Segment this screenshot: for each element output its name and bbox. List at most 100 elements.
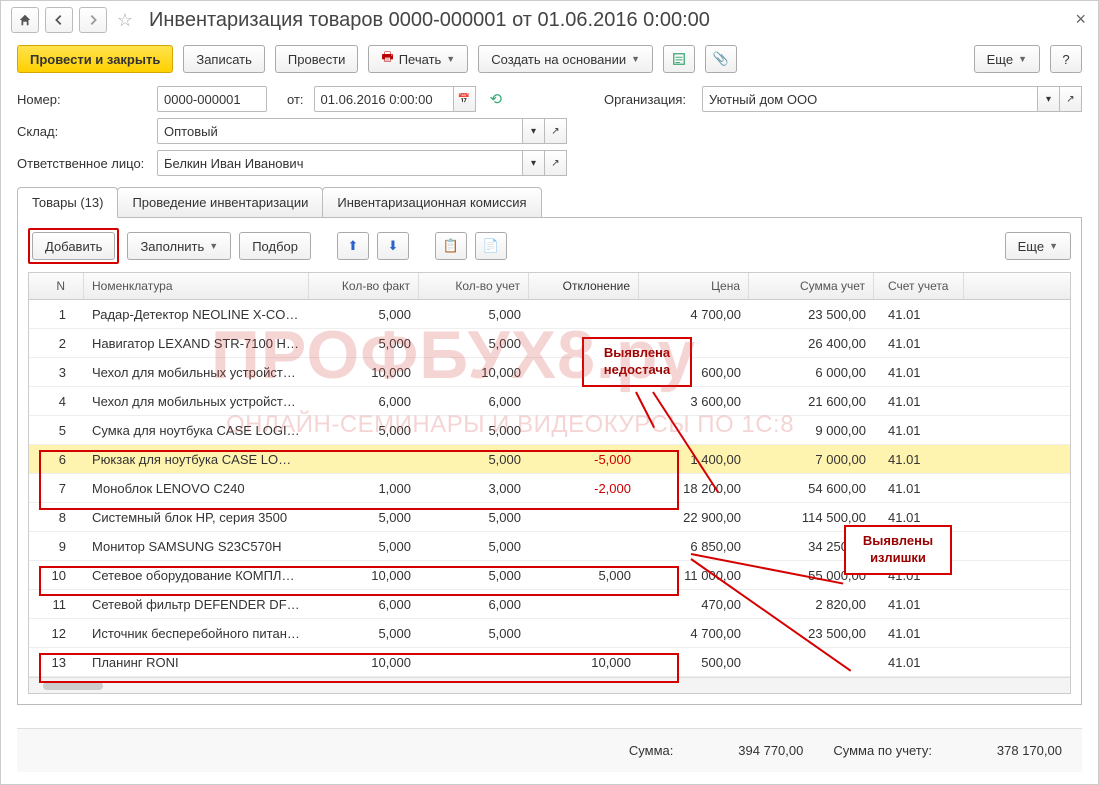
cell-fact: 5,000	[309, 626, 419, 641]
home-icon[interactable]	[11, 7, 39, 33]
add-button[interactable]: Добавить	[32, 232, 115, 260]
cell-sum: 9 000,00	[749, 423, 874, 438]
close-icon[interactable]: ×	[1075, 9, 1086, 30]
cell-acc: 41.01	[874, 510, 964, 525]
post-button[interactable]: Провести	[275, 45, 359, 73]
cell-fact: 5,000	[309, 423, 419, 438]
cell-fact: 5,000	[309, 510, 419, 525]
responsible-field[interactable]: Белкин Иван Иванович	[157, 150, 523, 176]
col-sum-account[interactable]: Сумма учет	[749, 273, 874, 299]
responsible-label: Ответственное лицо:	[17, 156, 147, 171]
warehouse-label: Склад:	[17, 124, 147, 139]
post-and-close-button[interactable]: Провести и закрыть	[17, 45, 173, 73]
table-row[interactable]: 3Чехол для мобильных устройств ...10,000…	[29, 358, 1070, 387]
cell-n: 11	[29, 597, 84, 612]
cell-fact: 5,000	[309, 307, 419, 322]
attach-icon[interactable]: 📎	[705, 45, 737, 73]
organization-field[interactable]: Уютный дом ООО	[702, 86, 1038, 112]
col-qty-account[interactable]: Кол-во учет	[419, 273, 529, 299]
col-nomenclature[interactable]: Номенклатура	[84, 273, 309, 299]
cell-sum: 54 600,00	[749, 481, 874, 496]
move-up-icon[interactable]: ⬆	[337, 232, 369, 260]
cell-sum: 6 000,00	[749, 365, 874, 380]
cell-n: 1	[29, 307, 84, 322]
open-icon[interactable]: ↗	[545, 118, 567, 144]
chevron-down-icon[interactable]: ▾	[1038, 86, 1060, 112]
cell-price: 22 900,00	[639, 510, 749, 525]
cell-uchet: 10,000	[419, 365, 529, 380]
cell-n: 12	[29, 626, 84, 641]
table-row[interactable]: 4Чехол для мобильных устройств ...6,0006…	[29, 387, 1070, 416]
report-icon[interactable]	[663, 45, 695, 73]
cell-acc: 41.01	[874, 307, 964, 322]
cell-price: 4 700,00	[639, 626, 749, 641]
chevron-down-icon[interactable]: ▾	[523, 118, 545, 144]
col-n[interactable]: N	[29, 273, 84, 299]
chevron-down-icon: ▼	[1018, 54, 1027, 64]
cell-nom: Источник бесперебойного питани...	[84, 626, 309, 641]
cell-uchet: 5,000	[419, 307, 529, 322]
move-down-icon[interactable]: ⬇	[377, 232, 409, 260]
open-icon[interactable]: ↗	[545, 150, 567, 176]
cell-uchet: 5,000	[419, 336, 529, 351]
save-button[interactable]: Записать	[183, 45, 265, 73]
cell-uchet: 6,000	[419, 597, 529, 612]
cell-price: 6 850,00	[639, 539, 749, 554]
more-button[interactable]: Еще▼	[974, 45, 1040, 73]
tab-goods[interactable]: Товары (13)	[17, 187, 118, 218]
cell-fact: 10,000	[309, 365, 419, 380]
cell-fact: 5,000	[309, 539, 419, 554]
table-row[interactable]: 2Навигатор LEXAND STR-7100 HDR5,0005,000…	[29, 329, 1070, 358]
cell-fact: 6,000	[309, 597, 419, 612]
cell-nom: Сетевой фильтр DEFENDER DFS ...	[84, 597, 309, 612]
cell-sum: 2 820,00	[749, 597, 874, 612]
table-more-button[interactable]: Еще▼	[1005, 232, 1071, 260]
cell-n: 4	[29, 394, 84, 409]
highlight-surplus-row-13	[39, 653, 679, 683]
tab-commission[interactable]: Инвентаризационная комиссия	[322, 187, 541, 218]
chevron-down-icon: ▼	[1049, 241, 1058, 251]
cell-nom: Чехол для мобильных устройств ...	[84, 365, 309, 380]
cell-acc: 41.01	[874, 394, 964, 409]
total-sum-uchet-label: Сумма по учету:	[833, 743, 932, 758]
scroll-thumb[interactable]	[43, 682, 103, 690]
tab-conducting[interactable]: Проведение инвентаризации	[117, 187, 323, 218]
paste-icon[interactable]: 📄	[475, 232, 507, 260]
forward-icon[interactable]	[79, 7, 107, 33]
cell-sum: 114 500,00	[749, 510, 874, 525]
col-deviation[interactable]: Отклонение	[529, 273, 639, 299]
col-qty-fact[interactable]: Кол-во факт	[309, 273, 419, 299]
chevron-down-icon: ▼	[446, 54, 455, 64]
callout-shortage: Выявлена недостача	[582, 337, 692, 387]
cell-acc: 41.01	[874, 655, 964, 670]
chevron-down-icon: ▼	[209, 241, 218, 251]
calendar-icon[interactable]: 📅	[454, 86, 476, 112]
chevron-down-icon[interactable]: ▾	[523, 150, 545, 176]
table-row[interactable]: 1Радар-Детектор NEOLINE X-COP ...5,0005,…	[29, 300, 1070, 329]
callout-surplus: Выявлены излишки	[844, 525, 952, 575]
print-button[interactable]: 🖶Печать▼	[368, 45, 468, 73]
cell-sum: 23 500,00	[749, 626, 874, 641]
date-field[interactable]: 01.06.2016 0:00:00	[314, 86, 454, 112]
col-price[interactable]: Цена	[639, 273, 749, 299]
fill-button[interactable]: Заполнить▼	[127, 232, 231, 260]
table-row[interactable]: 12Источник бесперебойного питани...5,000…	[29, 619, 1070, 648]
table-row[interactable]: 5Сумка для ноутбука CASE LOGIS...5,0005,…	[29, 416, 1070, 445]
cell-sum: 7 000,00	[749, 452, 874, 467]
org-label: Организация:	[604, 92, 686, 107]
total-sum-uchet: 378 170,00	[962, 743, 1062, 758]
create-based-button[interactable]: Создать на основании▼	[478, 45, 653, 73]
from-label: от:	[287, 92, 304, 107]
copy-icon[interactable]: 📋	[435, 232, 467, 260]
help-icon[interactable]: ?	[1050, 45, 1082, 73]
cell-uchet: 5,000	[419, 510, 529, 525]
star-icon[interactable]: ☆	[113, 10, 137, 31]
back-icon[interactable]	[45, 7, 73, 33]
open-icon[interactable]: ↗	[1060, 86, 1082, 112]
warehouse-field[interactable]: Оптовый	[157, 118, 523, 144]
cell-nom: Навигатор LEXAND STR-7100 HDR	[84, 336, 309, 351]
number-field[interactable]: 0000-000001	[157, 86, 267, 112]
pick-button[interactable]: Подбор	[239, 232, 311, 260]
totals-row: Сумма: 394 770,00 Сумма по учету: 378 17…	[17, 728, 1082, 772]
col-account[interactable]: Счет учета	[874, 273, 964, 299]
